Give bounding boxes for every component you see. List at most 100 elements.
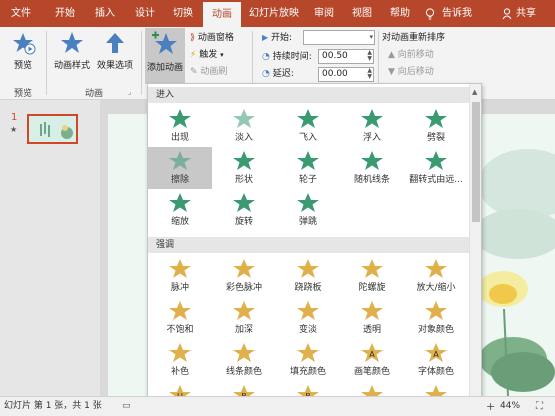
tab-help[interactable]: 帮助: [384, 0, 416, 27]
svg-text:A: A: [369, 350, 375, 359]
effect-label: 旋转: [234, 217, 253, 227]
emphasis-effect-star-icon: [297, 259, 319, 278]
emphasis-effect-4[interactable]: 放大/缩小: [404, 255, 468, 297]
effect-options-button[interactable]: 效果选项: [94, 31, 136, 71]
trigger-button[interactable]: ⚡ 触发 ▾: [190, 48, 224, 62]
entrance-effect-0[interactable]: 出现: [148, 105, 212, 147]
brush-icon: ✎: [190, 67, 198, 77]
emphasis-effect-10[interactable]: 补色: [148, 339, 212, 381]
entrance-effect-3[interactable]: 浮入: [340, 105, 404, 147]
emphasis-effect-5[interactable]: 不饱和: [148, 297, 212, 339]
delay-label: 延迟:: [272, 69, 294, 79]
start-dropdown[interactable]: ▾: [303, 30, 375, 45]
entrance-effect-star-icon: [233, 193, 255, 212]
emphasis-effect-star-icon: [361, 259, 383, 278]
entrance-effect-12[interactable]: 弹跳: [276, 189, 340, 231]
notes-icon[interactable]: ▭: [122, 397, 131, 416]
emphasis-effect-13[interactable]: A 画笔颜色: [340, 339, 404, 381]
spin-arrows-icon[interactable]: ▲ ▼: [367, 50, 372, 62]
emphasis-effect-star-icon: A: [425, 343, 447, 362]
effect-label: 变淡: [298, 325, 317, 335]
tab-animations[interactable]: 动画: [203, 2, 241, 27]
tab-review[interactable]: 审阅: [308, 0, 340, 27]
emphasis-effect-9[interactable]: 对象颜色: [404, 297, 468, 339]
tab-view[interactable]: 视图: [346, 0, 378, 27]
entrance-effect-4[interactable]: 劈裂: [404, 105, 468, 147]
emphasis-effect-star-icon: [297, 301, 319, 320]
lightning-icon: ⚡: [190, 50, 197, 60]
preview-button[interactable]: 预览: [6, 31, 40, 71]
emphasis-effect-0[interactable]: 脉冲: [148, 255, 212, 297]
tab-insert[interactable]: 插入: [88, 0, 122, 27]
animation-painter-label: 动画刷: [200, 67, 228, 77]
effect-label: 不饱和: [166, 325, 194, 335]
move-later-button[interactable]: ▼ 向后移动: [388, 65, 434, 79]
tell-me-box[interactable]: 告诉我: [440, 0, 474, 27]
effect-label: 轮子: [298, 175, 317, 185]
duration-input[interactable]: 00.50 ▲ ▼: [318, 49, 374, 64]
effect-label: 缩放: [170, 217, 189, 227]
zoom-level[interactable]: 44%: [500, 397, 520, 416]
tab-transitions[interactable]: 切换: [166, 0, 200, 27]
entrance-effect-5[interactable]: 擦除: [148, 147, 212, 189]
slide-thumbnail[interactable]: [27, 114, 78, 144]
tab-file[interactable]: 文件: [4, 0, 38, 27]
section-header-entrance: 进入: [148, 87, 470, 103]
entrance-effect-10[interactable]: 缩放: [148, 189, 212, 231]
delay-input[interactable]: 00.00 ▲ ▼: [318, 67, 374, 82]
entrance-effect-star-icon: [169, 151, 191, 170]
add-animation-gallery: 进入 强调 出现 淡入 飞入 浮入 劈裂 擦除 形状 轮子 随机线条 翻转式由远... 缩放 旋转 弹跳…: [147, 83, 482, 416]
effect-label: 形状: [234, 175, 253, 185]
scrollbar-thumb[interactable]: [472, 102, 480, 222]
share-button[interactable]: 共享: [512, 0, 540, 27]
animation-painter-button[interactable]: ✎ 动画刷: [190, 65, 227, 79]
entrance-effect-2[interactable]: 飞入: [276, 105, 340, 147]
emphasis-effect-star-icon: [233, 343, 255, 362]
animation-styles-button[interactable]: 动画样式: [50, 31, 94, 71]
spin-arrows-icon[interactable]: ▲ ▼: [367, 68, 372, 80]
emphasis-effect-star-icon: A: [361, 343, 383, 362]
gallery-scrollbar[interactable]: ▲ ▼: [469, 84, 481, 415]
effect-label: 陀螺旋: [358, 283, 386, 293]
entrance-effect-11[interactable]: 旋转: [212, 189, 276, 231]
entrance-effect-1[interactable]: 淡入: [212, 105, 276, 147]
effect-label: 透明: [362, 325, 381, 335]
duration-label: 持续时间:: [272, 52, 312, 62]
slide-count-status: 幻灯片 第 1 张，共 1 张: [4, 401, 102, 411]
entrance-effect-star-icon: [233, 109, 255, 128]
play-icon: ▶: [262, 33, 269, 42]
emphasis-effect-1[interactable]: 彩色脉冲: [212, 255, 276, 297]
tab-home[interactable]: 开始: [48, 0, 82, 27]
animation-pane-button[interactable]: ⟫ 动画窗格: [190, 31, 234, 45]
emphasis-effect-star-icon: [169, 301, 191, 320]
ribbon-tab-bar: 文件 开始 插入 设计 切换 动画 幻灯片放映 审阅 视图 帮助 告诉我 共享: [0, 0, 555, 27]
effect-label: 浮入: [362, 133, 381, 143]
entrance-effect-8[interactable]: 随机线条: [340, 147, 404, 189]
emphasis-effect-2[interactable]: 跷跷板: [276, 255, 340, 297]
emphasis-effect-14[interactable]: A 字体颜色: [404, 339, 468, 381]
fit-slide-icon[interactable]: ⛶: [536, 397, 543, 416]
emphasis-effect-7[interactable]: 变淡: [276, 297, 340, 339]
start-label: 开始:: [271, 33, 293, 43]
add-animation-button[interactable]: 添加动画: [145, 28, 185, 84]
emphasis-effect-6[interactable]: 加深: [212, 297, 276, 339]
entrance-effect-6[interactable]: 形状: [212, 147, 276, 189]
tab-design[interactable]: 设计: [128, 0, 162, 27]
emphasis-effect-11[interactable]: 线条颜色: [212, 339, 276, 381]
move-earlier-button[interactable]: ▲ 向前移动: [388, 48, 434, 62]
zoom-in-icon[interactable]: +: [486, 397, 495, 416]
duration-row: ◔ 持续时间:: [262, 50, 312, 64]
emphasis-effect-star-icon: [233, 259, 255, 278]
scroll-up-icon[interactable]: ▲: [472, 88, 477, 96]
emphasis-effect-12[interactable]: 填充颜色: [276, 339, 340, 381]
entrance-effect-star-icon: [361, 109, 383, 128]
effect-label: 擦除: [170, 175, 189, 185]
emphasis-effect-3[interactable]: 陀螺旋: [340, 255, 404, 297]
entrance-effect-7[interactable]: 轮子: [276, 147, 340, 189]
emphasis-effect-8[interactable]: 透明: [340, 297, 404, 339]
animation-group-label: 动画: [84, 89, 103, 99]
tab-slideshow[interactable]: 幻灯片放映: [246, 0, 302, 27]
effect-label: 字体颜色: [417, 367, 454, 377]
dialog-launcher-icon[interactable]: ⌟: [128, 88, 131, 96]
entrance-effect-9[interactable]: 翻转式由远...: [404, 147, 468, 189]
